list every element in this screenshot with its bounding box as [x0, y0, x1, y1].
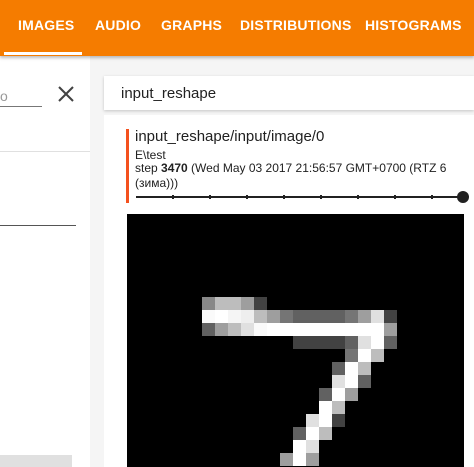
- sidebar-scrollbar[interactable]: [0, 455, 72, 467]
- tab-images[interactable]: IMAGES: [18, 0, 74, 56]
- step-slider-track[interactable]: [136, 196, 462, 198]
- step-slider-knob[interactable]: [457, 191, 469, 203]
- slider-tick: [246, 195, 248, 199]
- card-step-info: step 3470 (Wed May 03 2017 21:56:57 GMT+…: [135, 161, 470, 191]
- slider-tick: [394, 195, 396, 199]
- slider-tick: [320, 195, 322, 199]
- mnist-digit-image: [127, 214, 464, 467]
- sidebar-divider: [0, 151, 90, 152]
- tab-histograms[interactable]: HISTOGRAMS: [365, 0, 462, 56]
- card-run-name: E\test: [135, 148, 166, 162]
- digit-seven-pixels: [202, 297, 397, 466]
- slider-tick: [431, 195, 433, 199]
- step-value: 3470: [161, 161, 188, 175]
- run-color-marker: [126, 129, 129, 203]
- sidebar-field-underline: [0, 225, 76, 226]
- active-tab-indicator: [4, 52, 82, 55]
- tag-group-name: input_reshape: [121, 85, 217, 102]
- sidebar: [0, 56, 90, 467]
- close-icon[interactable]: [55, 83, 77, 105]
- tab-graphs[interactable]: GRAPHS: [161, 0, 222, 56]
- card-tag-title: input_reshape/input/image/0: [135, 128, 325, 145]
- slider-tick: [209, 195, 211, 199]
- slider-tick: [172, 195, 174, 199]
- slider-tick: [357, 195, 359, 199]
- step-prefix: step: [135, 161, 162, 175]
- top-nav-bar: IMAGES AUDIO GRAPHS DISTRIBUTIONS HISTOG…: [0, 0, 474, 56]
- tag-group-header[interactable]: input_reshape: [104, 76, 474, 110]
- slider-tick: [283, 195, 285, 199]
- tab-audio[interactable]: AUDIO: [95, 0, 141, 56]
- tag-filter-underline: [0, 106, 42, 107]
- tab-distributions[interactable]: DISTRIBUTIONS: [240, 0, 352, 56]
- tag-filter-input[interactable]: o: [0, 88, 8, 104]
